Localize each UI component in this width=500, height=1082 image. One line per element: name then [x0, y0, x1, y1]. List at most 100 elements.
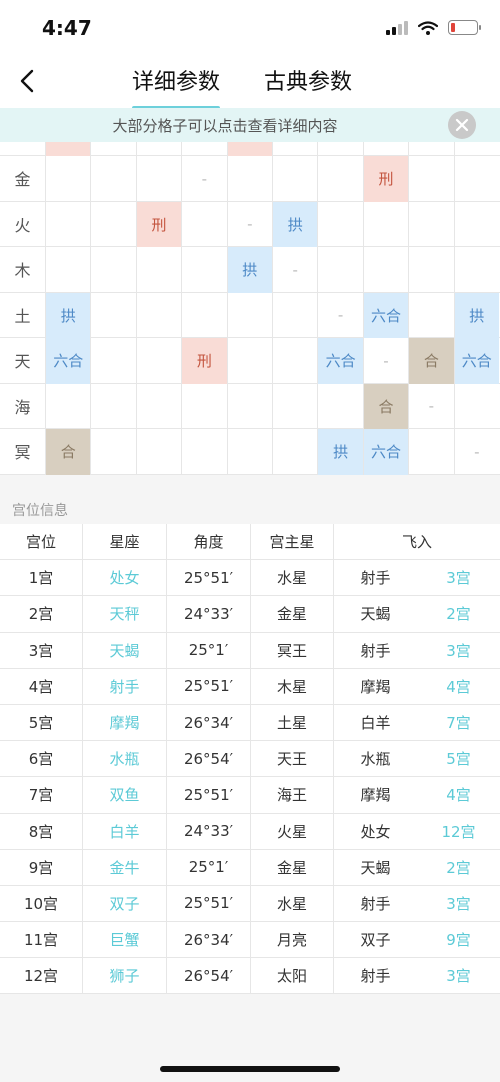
aspect-cell[interactable] [272, 338, 317, 384]
aspect-cell[interactable] [226, 383, 272, 429]
aspect-cell[interactable] [453, 156, 499, 202]
aspect-cell[interactable]: - [362, 338, 408, 384]
aspect-cell[interactable] [453, 247, 499, 293]
aspect-cell[interactable] [226, 338, 272, 384]
aspect-cell[interactable] [90, 383, 135, 429]
aspect-cell[interactable] [362, 247, 408, 293]
aspect-cell[interactable] [226, 156, 272, 202]
aspect-cell[interactable] [362, 142, 408, 156]
aspect-cell[interactable] [181, 383, 226, 429]
table-row[interactable]: 9宫 金牛 25°1′ 金星 天蝎 2宫 [0, 849, 500, 886]
aspect-cell[interactable]: 六合 [362, 429, 409, 475]
aspect-cell[interactable] [181, 142, 226, 156]
table-row[interactable]: 2宫 天秤 24°33′ 金星 天蝎 2宫 [0, 596, 500, 633]
aspect-cell[interactable] [408, 292, 453, 338]
aspect-cell[interactable] [181, 429, 226, 475]
aspect-cell[interactable] [45, 383, 90, 429]
aspect-cell[interactable] [45, 156, 90, 202]
back-button[interactable] [12, 66, 42, 96]
aspect-cell[interactable]: - [453, 429, 499, 475]
aspect-cell[interactable] [362, 201, 408, 247]
aspect-cell[interactable] [453, 383, 499, 429]
aspect-cell[interactable]: 刑 [362, 156, 409, 202]
aspect-cell[interactable] [135, 429, 181, 475]
aspect-cell[interactable]: 刑 [135, 201, 182, 247]
aspect-cell[interactable]: 拱 [272, 201, 318, 247]
aspect-cell[interactable] [135, 156, 181, 202]
tab-detail-params[interactable]: 详细参数 [132, 64, 221, 110]
aspect-cell[interactable]: 拱 [453, 292, 499, 338]
aspect-cell[interactable] [317, 201, 362, 247]
aspect-cell[interactable]: - [317, 292, 362, 338]
aspect-cell[interactable] [45, 142, 91, 156]
aspect-cell[interactable] [90, 201, 135, 247]
aspect-cell[interactable] [317, 383, 362, 429]
notice-close-button[interactable] [448, 111, 476, 139]
table-row[interactable]: 8宫 白羊 24°33′ 火星 处女 12宫 [0, 813, 500, 850]
aspect-cell[interactable] [317, 247, 362, 293]
aspect-cell[interactable] [90, 247, 135, 293]
aspect-cell[interactable]: - [272, 247, 317, 293]
aspect-cell[interactable] [135, 247, 181, 293]
table-row[interactable]: 3宫 天蝎 25°1′ 冥王 射手 3宫 [0, 632, 500, 669]
table-row[interactable]: 4宫 射手 25°51′ 木星 摩羯 4宫 [0, 668, 500, 705]
aspect-cell[interactable] [272, 383, 317, 429]
table-row[interactable]: 6宫 水瓶 26°54′ 天王 水瓶 5宫 [0, 741, 500, 778]
aspect-cell[interactable] [90, 142, 135, 156]
aspect-cell[interactable] [317, 142, 362, 156]
tab-classic-params[interactable]: 古典参数 [264, 64, 352, 96]
aspect-cell[interactable]: 六合 [453, 338, 499, 384]
aspect-cell[interactable] [272, 142, 317, 156]
aspect-cell[interactable] [90, 429, 135, 475]
aspect-cell[interactable] [226, 429, 272, 475]
aspect-grid-row: 木 拱- [0, 247, 500, 293]
aspect-cell[interactable] [408, 156, 453, 202]
aspect-cell[interactable] [408, 142, 453, 156]
table-row[interactable]: 11宫 巨蟹 26°34′ 月亮 双子 9宫 [0, 922, 500, 959]
aspect-cell[interactable]: 拱 [226, 247, 272, 293]
aspect-cell[interactable] [90, 156, 135, 202]
aspect-cell[interactable] [272, 156, 317, 202]
aspect-cell[interactable] [135, 383, 181, 429]
aspect-cell[interactable]: 拱 [45, 292, 91, 338]
aspect-cell[interactable] [90, 292, 135, 338]
aspect-cell[interactable] [317, 156, 362, 202]
table-row[interactable]: 10宫 双子 25°51′ 水星 射手 3宫 [0, 885, 500, 923]
aspect-cell[interactable]: - [408, 383, 453, 429]
table-row[interactable]: 5宫 摩羯 26°34′ 土星 白羊 7宫 [0, 704, 500, 742]
aspect-cell[interactable] [181, 201, 226, 247]
aspect-cell[interactable]: 合 [408, 338, 454, 384]
aspect-cell[interactable] [408, 247, 453, 293]
table-row[interactable]: 7宫 双鱼 25°51′ 海王 摩羯 4宫 [0, 777, 500, 814]
aspect-cell[interactable] [453, 142, 499, 156]
aspect-cell[interactable]: 刑 [181, 338, 227, 384]
aspect-cell[interactable] [90, 338, 135, 384]
aspect-cell[interactable]: 六合 [362, 292, 409, 338]
aspect-cell[interactable] [408, 429, 453, 475]
aspect-cell[interactable]: 六合 [45, 338, 91, 384]
aspect-cell[interactable] [45, 201, 90, 247]
aspect-cell[interactable] [45, 247, 90, 293]
aspect-cell[interactable] [453, 201, 499, 247]
aspect-cell[interactable]: 合 [45, 429, 91, 475]
aspect-cell[interactable] [135, 338, 181, 384]
aspect-cell[interactable] [181, 292, 226, 338]
table-row[interactable]: 12宫 狮子 26°54′ 太阳 射手 3宫 [0, 958, 500, 995]
sign-cell: 双子 [83, 885, 167, 922]
aspect-cell[interactable]: 拱 [317, 429, 363, 475]
aspect-cell[interactable] [226, 292, 272, 338]
aspect-cell[interactable] [408, 201, 453, 247]
aspect-cell[interactable] [226, 142, 272, 156]
aspect-cell[interactable] [272, 292, 317, 338]
fly-house-cell: 12宫 [441, 822, 476, 841]
aspect-cell[interactable] [135, 142, 181, 156]
aspect-cell[interactable] [135, 292, 181, 338]
table-row[interactable]: 1宫 处女 25°51′ 水星 射手 3宫 [0, 560, 500, 597]
aspect-cell[interactable] [181, 247, 226, 293]
aspect-cell[interactable]: - [181, 156, 226, 202]
aspect-cell[interactable] [272, 429, 317, 475]
aspect-cell[interactable]: 合 [362, 383, 409, 429]
aspect-cell[interactable]: 六合 [317, 338, 363, 384]
aspect-cell[interactable]: - [226, 201, 272, 247]
house-cell: 3宫 [0, 632, 83, 668]
